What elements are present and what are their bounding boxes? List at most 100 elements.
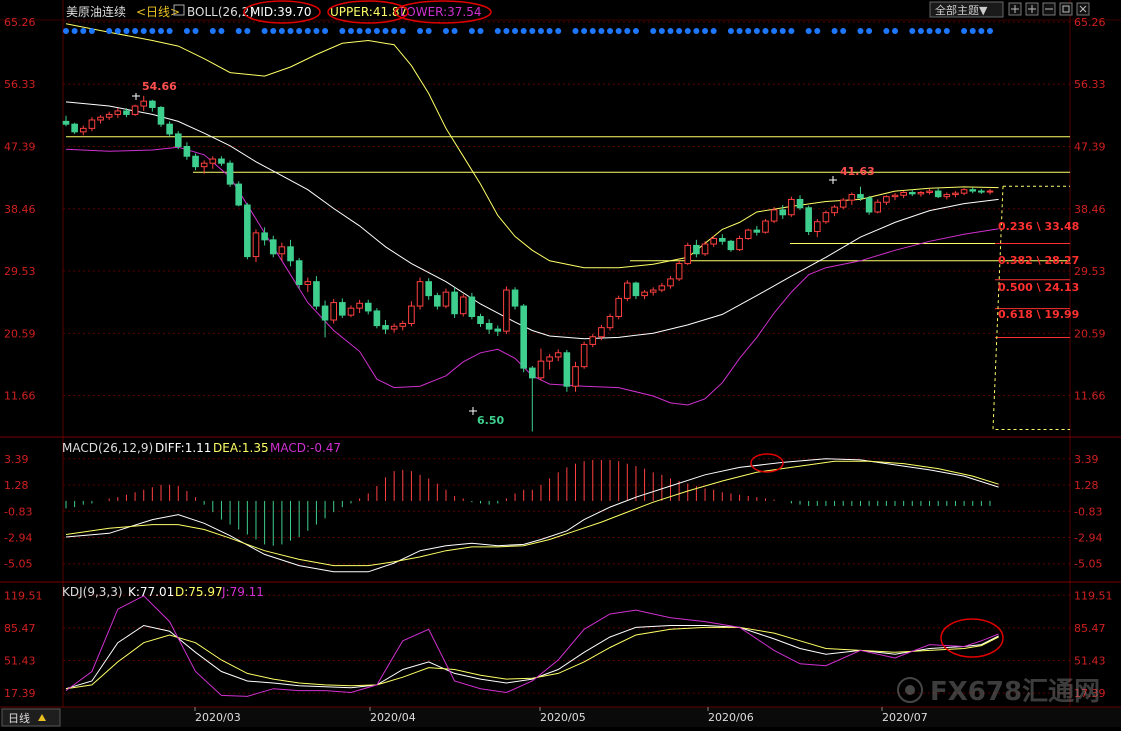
candle-body-up [347, 307, 355, 316]
candle-body-down [563, 352, 571, 387]
candle-body-down [511, 289, 519, 307]
maximize-button[interactable] [1059, 2, 1073, 16]
candle-body-down [157, 106, 165, 125]
candle-body-down [62, 120, 70, 125]
candle-body-down [857, 194, 864, 199]
candle-body-down [451, 291, 458, 315]
candlestick [71, 122, 78, 134]
candle-body-up [960, 189, 968, 194]
candlestick [459, 294, 467, 317]
signal-dot [632, 28, 639, 34]
chart-window: 65.26 65.26 56.33 56.33 47.39 47.39 38.46 38.46… [0, 0, 1121, 727]
candle-body-up [399, 322, 407, 327]
signal-dot [572, 28, 579, 34]
signal-dot [909, 28, 916, 34]
signal-dot [425, 28, 432, 34]
candle-body-up [105, 113, 113, 118]
price-tick-left: 47.39 [4, 141, 36, 154]
signal-dot [935, 28, 942, 34]
candle-body-down [978, 190, 985, 193]
candle-body-up [926, 190, 933, 193]
candle-body-up [701, 243, 709, 255]
candle-body-up [943, 194, 951, 198]
candle-body-down [166, 123, 173, 135]
price-tick-left: 38.46 [4, 203, 36, 216]
candlestick [788, 196, 795, 217]
signal-dot [926, 28, 933, 34]
candle-body-up [770, 209, 778, 222]
kdj-title[interactable]: KDJ(9,3,3) [62, 585, 123, 599]
candle-body-down [485, 322, 493, 330]
signal-dot [373, 28, 380, 34]
macd-title[interactable]: MACD(26,12,9) [62, 441, 153, 455]
signal-dot [961, 28, 968, 34]
price-tick-left: 56.33 [4, 78, 36, 91]
candle-body-up [675, 263, 683, 280]
fib-label-0236: 0.236 \ 33.48 [998, 220, 1079, 233]
candle-body-down [226, 162, 234, 185]
signal-dot [727, 28, 734, 34]
candle-body-down [969, 189, 977, 192]
x-date-label: 2020/03 [195, 711, 241, 724]
candle-body-up [330, 302, 338, 321]
candlestick [762, 218, 769, 234]
signal-dot [442, 28, 449, 34]
signal-dot [615, 28, 622, 34]
signal-dot [667, 28, 674, 34]
candle-body-down [727, 240, 735, 251]
candlestick [451, 287, 458, 318]
x-date-label: 2020/07 [882, 711, 928, 724]
signal-dot [80, 28, 87, 34]
candle-body-up [114, 110, 122, 115]
candle-body-up [598, 327, 605, 338]
signal-dot [978, 28, 985, 34]
macd-tick-right: 1.28 [1074, 479, 1099, 492]
price-tick-left: 29.53 [4, 265, 36, 278]
signal-dot [814, 28, 821, 34]
signal-dot [883, 28, 890, 34]
candle-body-up [684, 244, 692, 265]
candle-body-up [615, 297, 622, 318]
candle-body-up [554, 352, 562, 358]
candlestick [235, 181, 243, 207]
candle-body-down [287, 246, 294, 262]
kdj-j-value: J:79.11 [221, 585, 264, 599]
candlestick [503, 286, 510, 334]
signal-dot [529, 28, 536, 34]
signal-dot [339, 28, 346, 34]
signal-dot [417, 28, 424, 34]
signal-dot [287, 28, 294, 34]
recent-high-label: 41.63 [840, 165, 875, 178]
candle-body-up [79, 127, 87, 133]
chart-canvas: 65.26 65.26 56.33 56.33 47.39 47.39 38.46 38.46… [0, 0, 1121, 727]
signal-dot [753, 28, 760, 34]
candle-body-up [88, 119, 96, 129]
signal-dot [650, 28, 657, 34]
watermark-text: FX678汇通网 [930, 677, 1100, 707]
fib-label-0618: 0.618 \ 19.99 [998, 308, 1079, 321]
candle-body-up [649, 289, 657, 293]
low-label: 6.50 [477, 414, 504, 427]
signal-dot [235, 28, 242, 34]
candle-body-down [718, 237, 726, 242]
signal-dot [494, 28, 501, 34]
signal-dot [805, 28, 812, 34]
theme-button-label: 全部主题▼ [935, 3, 988, 17]
signal-dot [114, 28, 121, 34]
candle-body-up [304, 281, 312, 285]
candle-body-down [235, 183, 243, 206]
candlestick [684, 242, 692, 265]
candle-body-up [710, 237, 717, 245]
candlestick [615, 295, 622, 320]
signal-dot [270, 28, 277, 34]
candle-body-up [537, 360, 545, 379]
candle-body-down [244, 204, 251, 258]
price-tick-right: 38.46 [1074, 203, 1106, 216]
candle-body-down [174, 133, 182, 147]
signal-dot [209, 28, 216, 34]
signal-dot [322, 28, 329, 34]
signal-dot [555, 28, 562, 34]
kdj-tick-left: 17.39 [4, 687, 36, 700]
signal-dot [736, 28, 743, 34]
candle-body-up [788, 198, 795, 216]
